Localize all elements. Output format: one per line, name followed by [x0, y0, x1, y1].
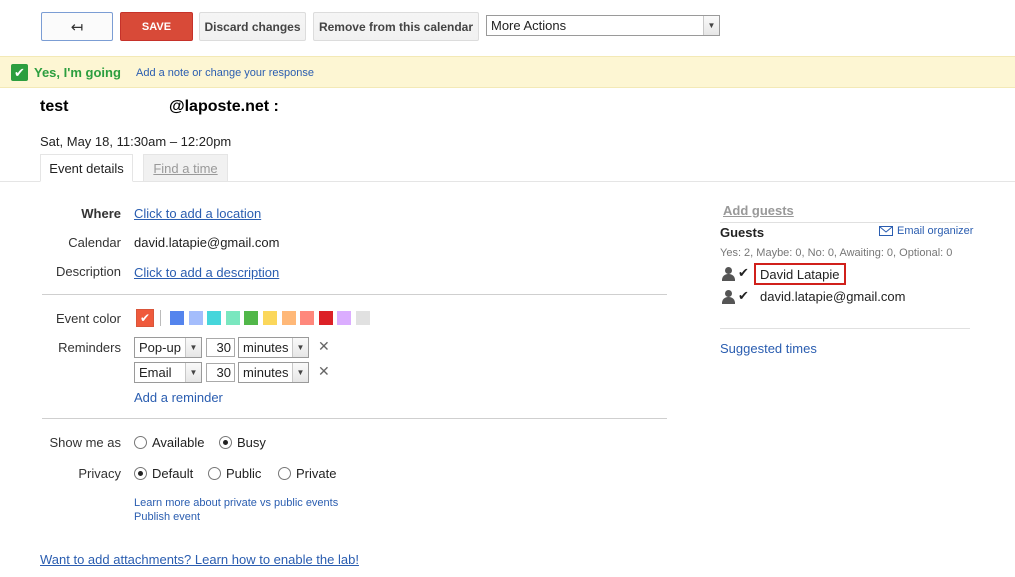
chevron-down-icon: ▼ — [185, 338, 201, 357]
where-label: Where — [81, 206, 121, 221]
chevron-down-icon: ▼ — [292, 363, 308, 382]
radio-default[interactable] — [134, 467, 147, 480]
add-description-link[interactable]: Click to add a description — [134, 265, 279, 280]
more-actions-select[interactable]: More Actions ▼ — [486, 15, 720, 36]
radio-private-label: Private — [296, 466, 337, 481]
add-guests-link[interactable]: Add guests — [723, 203, 794, 218]
color-swatch[interactable] — [318, 311, 333, 325]
event-title: test — [40, 98, 69, 115]
event-organizer: @laposte.net : — [169, 98, 279, 115]
reminder-method-select[interactable]: Pop-up ▼ — [134, 337, 202, 358]
reminders-label: Reminders — [58, 340, 121, 355]
radio-busy[interactable] — [219, 436, 232, 449]
radio-private[interactable] — [278, 467, 291, 480]
color-swatch[interactable] — [337, 311, 352, 325]
color-swatch[interactable] — [225, 311, 240, 325]
reminder-amount-input[interactable]: 30 — [206, 363, 235, 382]
remove-from-calendar-button[interactable]: Remove from this calendar — [313, 12, 479, 41]
swatch-divider — [160, 310, 161, 326]
guests-heading: Guests — [720, 225, 765, 240]
chevron-down-icon: ▼ — [703, 16, 719, 35]
change-response-link[interactable]: Add a note or change your response — [136, 67, 314, 79]
guests-summary: Yes: 2, Maybe: 0, No: 0, Awaiting: 0, Op… — [720, 247, 953, 259]
learn-more-privacy-link[interactable]: Learn more about private vs public event… — [134, 497, 338, 509]
color-swatch[interactable] — [188, 311, 203, 325]
radio-default-label: Default — [152, 466, 194, 481]
chevron-down-icon: ▼ — [292, 338, 308, 357]
privacy-label: Privacy — [78, 466, 121, 481]
reminder-method-select[interactable]: Email ▼ — [134, 362, 202, 383]
attachments-lab-link[interactable]: Want to add attachments? Learn how to en… — [40, 552, 359, 567]
remove-reminder-icon[interactable]: ✕ — [318, 338, 330, 355]
radio-public[interactable] — [208, 467, 221, 480]
add-reminder-link[interactable]: Add a reminder — [134, 390, 223, 405]
color-swatch[interactable] — [300, 311, 315, 325]
rsvp-status: Yes, I'm going — [34, 65, 121, 80]
guests-bottom-divider — [720, 328, 970, 329]
section-divider — [42, 418, 667, 419]
email-organizer-link[interactable]: Email organizer — [897, 225, 973, 237]
reminder-unit-select[interactable]: minutes ▼ — [238, 362, 309, 383]
reminder-method-value: Email — [139, 365, 172, 380]
guests-divider — [720, 222, 970, 223]
save-button[interactable]: SAVE — [120, 12, 193, 41]
reminder-unit-value: minutes — [243, 340, 289, 355]
radio-public-label: Public — [226, 466, 262, 481]
reminder-method-value: Pop-up — [139, 340, 181, 355]
mail-envelope-icon — [879, 226, 893, 236]
calendar-label: Calendar — [68, 235, 121, 250]
tab-event-details[interactable]: Event details — [40, 154, 133, 182]
color-swatch[interactable] — [244, 311, 259, 325]
add-location-link[interactable]: Click to add a location — [134, 206, 261, 221]
guest-name[interactable]: David Latapie — [754, 263, 846, 285]
discard-changes-button[interactable]: Discard changes — [199, 12, 306, 41]
description-label: Description — [55, 264, 121, 279]
calendar-value: david.latapie@gmail.com — [134, 235, 280, 250]
rsvp-bar: ✔ Yes, I'm going Add a note or change yo… — [0, 56, 1015, 88]
person-icon — [721, 290, 735, 304]
guest-name-label: David Latapie — [760, 267, 840, 282]
more-actions-label: More Actions — [491, 18, 567, 33]
attending-check-icon: ✔ — [738, 265, 749, 280]
going-checkbox[interactable]: ✔ — [11, 64, 28, 81]
tab-divider — [0, 181, 1015, 182]
chevron-down-icon: ▼ — [185, 363, 201, 382]
color-swatch-selected[interactable]: ✔ — [136, 309, 154, 327]
color-swatch[interactable] — [356, 311, 370, 325]
reminder-amount-input[interactable]: 30 — [206, 338, 235, 357]
attending-check-icon: ✔ — [738, 288, 749, 303]
guest-name[interactable]: david.latapie@gmail.com — [760, 289, 905, 304]
event-color-label: Event color — [55, 311, 121, 326]
person-icon — [721, 267, 735, 281]
section-divider — [42, 294, 667, 295]
remove-reminder-icon[interactable]: ✕ — [318, 363, 330, 380]
reminder-unit-value: minutes — [243, 365, 289, 380]
back-arrow-icon: ↤ — [70, 18, 84, 36]
back-button[interactable]: ↤ — [41, 12, 113, 41]
reminder-unit-select[interactable]: minutes ▼ — [238, 337, 309, 358]
color-swatch[interactable] — [170, 311, 184, 325]
color-swatch[interactable] — [263, 311, 277, 325]
radio-available[interactable] — [134, 436, 147, 449]
tab-find-a-time[interactable]: Find a time — [143, 154, 228, 182]
event-datetime: Sat, May 18, 11:30am – 12:20pm — [40, 134, 232, 149]
color-swatch[interactable] — [281, 311, 296, 325]
publish-event-link[interactable]: Publish event — [134, 511, 200, 523]
color-swatch[interactable] — [207, 311, 222, 325]
suggested-times-link[interactable]: Suggested times — [720, 341, 817, 356]
show-me-as-label: Show me as — [49, 435, 121, 450]
radio-busy-label: Busy — [237, 435, 266, 450]
radio-available-label: Available — [152, 435, 205, 450]
